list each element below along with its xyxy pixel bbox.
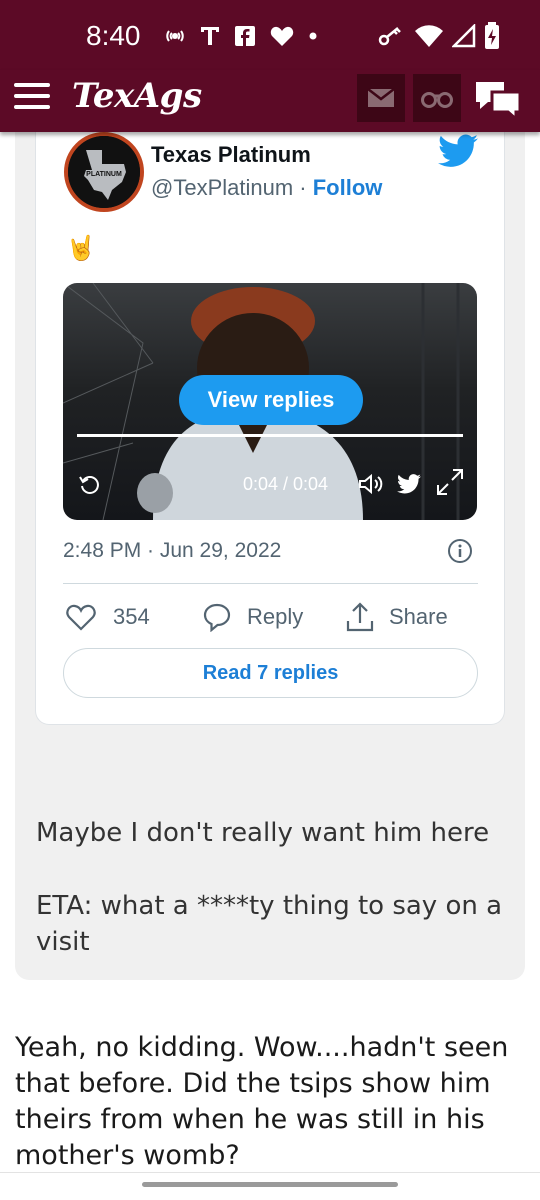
replay-icon[interactable] bbox=[79, 473, 101, 495]
heart-icon bbox=[270, 26, 294, 46]
reply-label: Reply bbox=[247, 604, 304, 629]
embedded-tweet[interactable]: PLATINUM Texas Platinum @TexPlatinum · F… bbox=[35, 128, 505, 725]
t-mobile-icon bbox=[201, 27, 219, 45]
binoculars-icon bbox=[421, 92, 453, 108]
status-time: 8:40 bbox=[86, 20, 141, 51]
heart-outline-icon bbox=[66, 604, 96, 631]
like-button[interactable]: 354 bbox=[66, 600, 150, 634]
tweet-video[interactable]: View replies 0:04 / 0:04 bbox=[63, 283, 477, 520]
facebook-icon bbox=[235, 26, 255, 46]
bottom-divider bbox=[0, 1172, 540, 1173]
handle-separator: · bbox=[293, 175, 313, 200]
gesture-nav-bar[interactable] bbox=[142, 1182, 398, 1187]
post-body: Yeah, no kidding. Wow....hadn't seen tha… bbox=[15, 1032, 509, 1171]
app-bar: TexAgs bbox=[0, 70, 540, 132]
messages-button[interactable] bbox=[357, 74, 405, 122]
dot-icon bbox=[309, 32, 317, 40]
menu-icon[interactable] bbox=[14, 83, 52, 113]
volume-icon[interactable] bbox=[358, 473, 386, 495]
share-button[interactable]: Share bbox=[345, 600, 448, 634]
podcast-icon bbox=[166, 30, 184, 42]
battery-charging-icon bbox=[485, 22, 499, 49]
follow-link[interactable]: Follow bbox=[313, 175, 383, 200]
read-replies-button[interactable]: Read 7 replies bbox=[63, 648, 478, 698]
wifi-icon bbox=[415, 25, 443, 47]
reply-bubble-icon bbox=[203, 603, 231, 632]
watch-button[interactable] bbox=[413, 74, 461, 122]
twitter-small-icon[interactable] bbox=[397, 474, 421, 494]
key-icon bbox=[378, 27, 401, 46]
author-handle-line: @TexPlatinum · Follow bbox=[151, 175, 382, 201]
platinum-logo: PLATINUM bbox=[68, 136, 140, 208]
like-count: 354 bbox=[113, 604, 150, 629]
signal-icon bbox=[452, 24, 476, 48]
twitter-bird-icon[interactable] bbox=[438, 134, 478, 168]
quote-text-line2: ETA: what a ****ty thing to say on a vis… bbox=[36, 891, 503, 957]
view-replies-button[interactable]: View replies bbox=[179, 375, 363, 425]
video-progress-bar[interactable] bbox=[77, 434, 463, 437]
system-icons bbox=[378, 20, 500, 52]
tweet-emoji: 🤘 bbox=[66, 235, 96, 262]
notification-icons bbox=[164, 20, 318, 52]
fullscreen-icon[interactable] bbox=[435, 467, 465, 497]
chat-icon bbox=[476, 82, 522, 120]
avatar-text: PLATINUM bbox=[86, 171, 122, 178]
quote-text-line1: Maybe I don't really want him here bbox=[36, 818, 490, 848]
author-name[interactable]: Texas Platinum bbox=[151, 142, 311, 168]
video-time: 0:04 / 0:04 bbox=[243, 474, 329, 494]
status-bar: 8:40 bbox=[0, 0, 540, 70]
share-icon bbox=[346, 602, 374, 632]
author-avatar[interactable]: PLATINUM bbox=[64, 132, 144, 212]
tweet-date[interactable]: 2:48 PM · Jun 29, 2022 bbox=[63, 539, 281, 563]
info-icon[interactable] bbox=[447, 538, 473, 564]
share-label: Share bbox=[389, 604, 448, 629]
reply-button[interactable]: Reply bbox=[202, 600, 303, 634]
tweet-divider bbox=[63, 583, 478, 584]
texags-logo[interactable]: TexAgs bbox=[72, 76, 202, 116]
screen: 8:40 TexAgs PLATINUM Texas Platinum @Tex… bbox=[0, 0, 540, 1200]
chat-button[interactable] bbox=[470, 74, 526, 124]
author-handle[interactable]: @TexPlatinum bbox=[151, 175, 293, 200]
mail-icon bbox=[367, 88, 395, 107]
